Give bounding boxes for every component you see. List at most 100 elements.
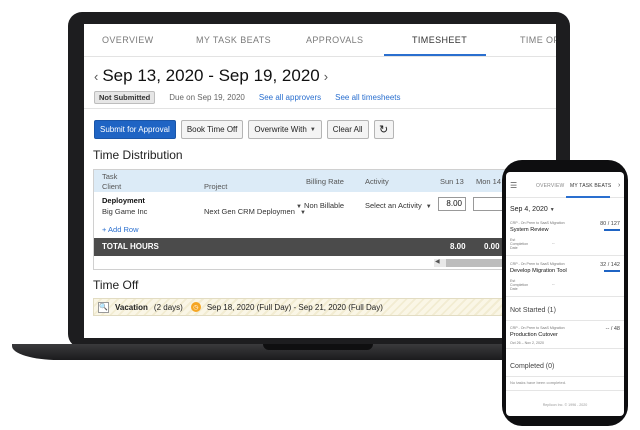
time-off-days: (2 days) (153, 302, 183, 312)
tab-timesheet[interactable]: TIMESHEET (412, 35, 467, 45)
phone-tab-overview[interactable]: OVERVIEW (536, 183, 564, 189)
caret-down-icon: ▼ (549, 207, 555, 213)
total-sun-hours: 8.00 (450, 242, 466, 251)
task-name: Production Cutover (510, 332, 558, 338)
divider (84, 108, 556, 109)
divider (506, 390, 624, 391)
timesheet-meta: Not Submitted Due on Sep 19, 2020 See al… (94, 91, 401, 104)
phone-active-tab-indicator (566, 196, 610, 198)
magnify-icon[interactable]: 🔍 (98, 301, 109, 313)
caret-down-icon: ▼ (296, 204, 302, 210)
total-mon-hours: 0.00 (484, 242, 500, 251)
toolbar: Submit for Approval Book Time Off Overwr… (94, 120, 394, 139)
tab-my-task-beats[interactable]: MY TASK BEATS (196, 35, 271, 45)
overwrite-with-label: Overwrite With (254, 125, 307, 134)
total-hours-bar: TOTAL HOURS 8.00 0.00 (94, 238, 555, 256)
task-dates: Oct 26 – Nov 2, 2020 (510, 341, 544, 345)
mon-hours-input[interactable] (473, 197, 503, 211)
activity-value: Select an Activity (365, 201, 422, 210)
completed-empty-message: No tasks have been completed. (510, 380, 567, 385)
billing-rate-value: Non Billable (304, 201, 345, 210)
clock-icon: ◷ (190, 302, 201, 312)
sun-hours-input[interactable]: 8.00 (438, 197, 466, 211)
horizontal-scroll: ◀ (94, 256, 555, 269)
see-all-approvers-link[interactable]: See all approvers (259, 93, 321, 102)
caret-down-icon: ▼ (309, 126, 316, 133)
task-progress (604, 229, 620, 231)
header-sun: Sun 13 (440, 177, 464, 186)
time-distribution-title: Time Distribution (93, 148, 183, 162)
tab-time-off[interactable]: TIME OFF (520, 35, 556, 45)
task-name: Deployment (102, 196, 145, 205)
header-client: Client (102, 182, 122, 191)
project-value: Next Gen CRM Deploymen (204, 207, 295, 216)
laptop-screen: OVERVIEW MY TASK BEATS APPROVALS TIMESHE… (84, 24, 556, 338)
active-tab-indicator (384, 54, 486, 56)
time-distribution-table: Task Client Project Billing Rate Activit… (93, 169, 556, 270)
total-hours-label: TOTAL HOURS (102, 242, 159, 251)
task-count: 80 / 127 (600, 221, 620, 227)
task-path: CRP - On Prem to SaaS Migration (510, 326, 565, 330)
overwrite-with-button[interactable]: Overwrite With ▼ (248, 120, 322, 139)
task-path: CRP - On Prem to SaaS Migration (510, 262, 565, 266)
clear-all-button[interactable]: Clear All (326, 120, 369, 139)
phone-screen: ☰ OVERVIEW MY TASK BEATS › Sep 4, 2020 ▼… (506, 172, 624, 416)
due-date: Due on Sep 19, 2020 (169, 93, 245, 102)
divider (506, 376, 624, 377)
task-count: -- / 48 (605, 326, 620, 332)
task-name: Develop Migration Tool (510, 268, 567, 274)
activity-select[interactable]: Select an Activity ▼ (365, 201, 432, 210)
est-completion-value: -- (552, 240, 555, 245)
phone-footer: Replicon Inc. © 1996 - 2020 (542, 403, 588, 407)
task-name: System Review (510, 227, 549, 233)
tab-approvals[interactable]: APPROVALS (306, 35, 363, 45)
see-all-timesheets-link[interactable]: See all timesheets (335, 93, 400, 102)
task-count: 32 / 142 (600, 262, 620, 268)
week-range: Sep 13, 2020 - Sep 19, 2020 (102, 66, 320, 85)
phone-date: Sep 4, 2020 (510, 206, 548, 213)
table-row: Deployment Big Game Inc Next Gen CRM Dep… (94, 192, 555, 222)
tab-bar: OVERVIEW MY TASK BEATS APPROVALS TIMESHE… (84, 24, 556, 57)
task-card[interactable]: CRP - On Prem to SaaS Migration Develop … (506, 257, 624, 297)
caret-down-icon: ▼ (299, 210, 306, 216)
submit-for-approval-button[interactable]: Submit for Approval (94, 120, 176, 139)
book-time-off-button[interactable]: Book Time Off (180, 120, 244, 139)
add-row-link[interactable]: + Add Row (102, 225, 138, 234)
caret-down-icon: ▼ (425, 204, 432, 210)
scroll-left-icon[interactable]: ◀ (435, 258, 440, 265)
time-off-range: Sep 18, 2020 (Full Day) - Sep 21, 2020 (… (206, 302, 383, 312)
est-completion-value: -- (552, 281, 555, 286)
week-navigator: ‹ Sep 13, 2020 - Sep 19, 2020 › (94, 66, 328, 86)
task-card[interactable]: CRP - On Prem to SaaS Migration System R… (506, 216, 624, 256)
table-header: Task Client Project Billing Rate Activit… (94, 170, 555, 192)
header-task: Task (102, 172, 118, 181)
refresh-icon[interactable]: ↻ (373, 120, 394, 139)
status-badge: Not Submitted (94, 91, 156, 104)
laptop-notch (263, 344, 373, 350)
est-completion-label: Est Completion Date (510, 279, 529, 291)
task-progress (604, 270, 620, 272)
not-started-heading[interactable]: Not Started (1) (510, 307, 556, 314)
hamburger-menu-icon[interactable]: ☰ (510, 181, 517, 190)
header-billing-rate: Billing Rate (306, 177, 344, 186)
est-completion-label: Est Completion Date (510, 238, 529, 250)
phone-date-picker[interactable]: Sep 4, 2020 ▼ (510, 206, 555, 213)
completed-heading[interactable]: Completed (0) (510, 363, 554, 370)
time-off-type: Vacation (115, 302, 148, 312)
tab-overview[interactable]: OVERVIEW (102, 35, 154, 45)
phone-tab-bar: ☰ OVERVIEW MY TASK BEATS › (506, 172, 624, 198)
header-mon: Mon 14 (476, 177, 502, 186)
chevron-right-icon[interactable]: › (324, 70, 328, 83)
header-activity: Activity (365, 177, 389, 186)
chevron-left-icon[interactable]: ‹ (94, 70, 98, 83)
header-project: Project (204, 182, 228, 191)
task-path: CRP - On Prem to SaaS Migration (510, 221, 565, 225)
time-off-title: Time Off (93, 278, 139, 292)
phone-tab-my-task-beats[interactable]: MY TASK BEATS (570, 183, 611, 189)
task-card[interactable]: CRP - On Prem to SaaS Migration Producti… (506, 321, 624, 349)
chevron-right-icon[interactable]: › (618, 182, 620, 189)
time-off-entry[interactable]: 🔍 Vacation (2 days) ◷ Sep 18, 2020 (Full… (93, 298, 556, 316)
billing-rate-select[interactable]: ▼ Non Billable (296, 201, 344, 210)
project-select[interactable]: Next Gen CRM Deploymen ▼ (204, 207, 306, 216)
client-name: Big Game Inc (102, 207, 148, 216)
